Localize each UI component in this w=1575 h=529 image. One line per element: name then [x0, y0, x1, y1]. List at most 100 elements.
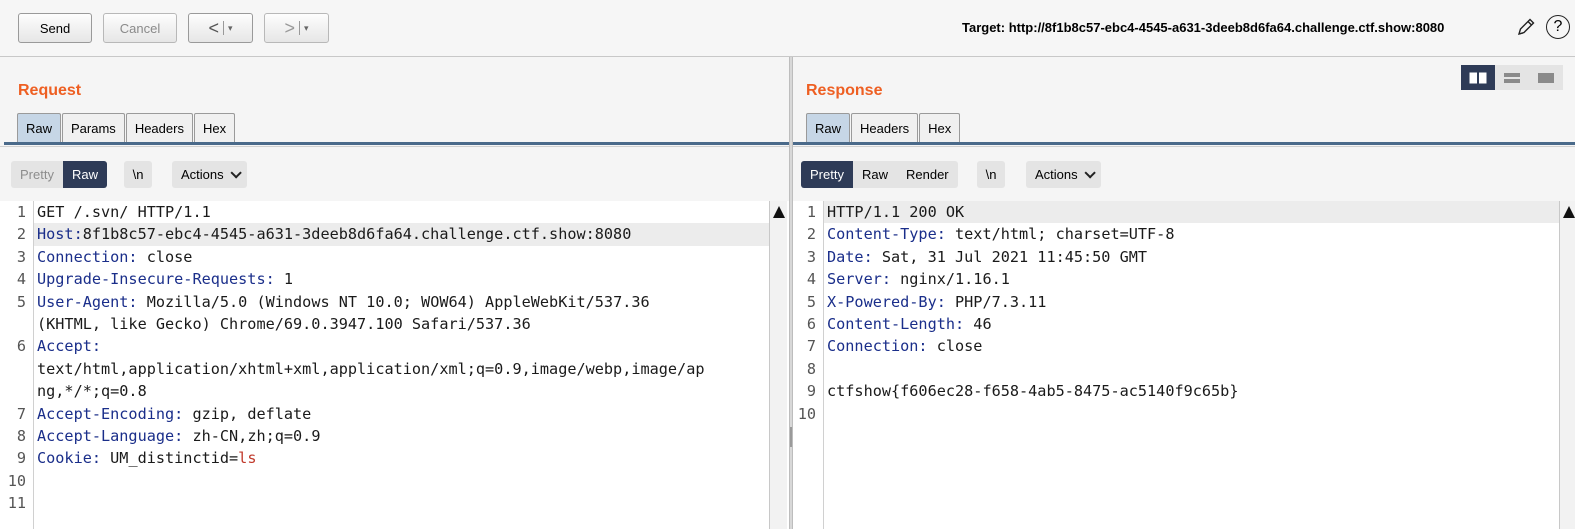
send-button[interactable]: Send	[18, 13, 92, 43]
line-number: 4	[16, 270, 26, 289]
line-number: 6	[806, 315, 816, 334]
newline-toggle[interactable]: \n	[124, 161, 152, 188]
code-line[interactable]: 2 Host:8f1b8c57-ebc4-4545-a631-3deeb8d6fa…	[17, 223, 769, 246]
code-line[interactable]: 10	[8, 470, 769, 492]
code-line[interactable]: (KHTML, like Gecko) Chrome/69.0.3947.100…	[34, 313, 769, 335]
view-pretty[interactable]: Pretty	[11, 161, 63, 188]
actions-button[interactable]: Actions	[1026, 161, 1101, 188]
columns-icon	[1469, 72, 1487, 83]
view-raw[interactable]: Raw	[853, 161, 897, 188]
code-line[interactable]: ng,*/*;q=0.8	[34, 380, 769, 402]
pencil-icon[interactable]	[1515, 16, 1537, 38]
line-number: 9	[806, 382, 816, 401]
chevron-down-icon: ▾	[227, 22, 233, 33]
line-number: 10	[7, 471, 26, 490]
line-number: 7	[16, 404, 26, 423]
header-name: X-Powered-By:	[827, 292, 946, 311]
code-line[interactable]: 2 Content-Type: text/html; charset=UTF-8	[807, 223, 1559, 245]
actions-label: Actions	[181, 167, 224, 182]
tab-raw[interactable]: Raw	[17, 113, 62, 143]
response-editor[interactable]: 1 HTTP/1.1 200 OK 2 Content-Type: text/html…	[793, 201, 1575, 529]
header-name: Date:	[827, 247, 873, 266]
code-line[interactable]: 4 Server: nginx/1.16.1	[807, 268, 1559, 290]
code-line[interactable]: 5 User-Agent: Mozilla/5.0 (Windows NT 10.…	[17, 291, 769, 313]
line-text: Accept-Language: zh-CN,zh;q=0.9	[34, 425, 320, 447]
line-number: 3	[16, 247, 26, 266]
tab-hex[interactable]: Hex	[193, 113, 236, 143]
view-pretty[interactable]: Pretty	[801, 161, 853, 188]
header-value: PHP/7.3.11	[945, 292, 1047, 311]
code-line[interactable]: 3 Connection: close	[17, 246, 769, 268]
view-render[interactable]: Render	[897, 161, 958, 188]
response-tabs: Raw Headers Hex	[806, 113, 961, 143]
code-line[interactable]: 1 HTTP/1.1 200 OK	[807, 201, 1559, 224]
button-separator	[222, 21, 224, 35]
line-text: Server: nginx/1.16.1	[824, 268, 1010, 290]
actions-button[interactable]: Actions	[172, 161, 247, 188]
code-line[interactable]: 4 Upgrade-Insecure-Requests: 1	[17, 268, 769, 290]
line-text: Host:8f1b8c57-ebc4-4545-a631-3deeb8d6fa6…	[34, 223, 631, 245]
tab-headers[interactable]: Headers	[851, 113, 919, 143]
line-number: 3	[806, 247, 816, 266]
line-text: User-Agent: Mozilla/5.0 (Windows NT 10.0…	[34, 291, 650, 313]
response-pane: Response Raw Headers Hex Pretty Raw Rend…	[793, 57, 1575, 529]
line-text: X-Powered-By: PHP/7.3.11	[824, 291, 1046, 313]
help-icon[interactable]: ?	[1546, 15, 1570, 39]
scroll-up-arrow-icon[interactable]	[773, 206, 785, 218]
header-value: ctfshow{f606ec28-f658-4ab5-8475-ac5140f9…	[827, 382, 1239, 401]
layout-single[interactable]	[1529, 65, 1563, 90]
layout-toggle	[1461, 65, 1563, 90]
newline-toggle[interactable]: \n	[977, 161, 1005, 188]
tab-params[interactable]: Params	[62, 113, 125, 143]
line-text: Content-Length: 46	[824, 313, 992, 335]
header-value: 8f1b8c57-ebc4-4545-a631-3deeb8d6fa64.cha…	[82, 225, 632, 244]
code-line[interactable]: 7 Connection: close	[807, 335, 1559, 357]
chevron-down-icon	[1084, 166, 1096, 179]
header-name: Cookie:	[37, 449, 102, 468]
layout-side-by-side[interactable]	[1461, 65, 1495, 90]
request-view-bar: Pretty Raw \n Actions	[0, 146, 789, 202]
code-line[interactable]: 7 Accept-Encoding: gzip, deflate	[17, 403, 769, 425]
layout-stacked[interactable]	[1495, 65, 1529, 90]
response-scrollbar[interactable]	[1559, 201, 1575, 529]
line-text	[824, 403, 827, 425]
line-text: ctfshow{f606ec28-f658-4ab5-8475-ac5140f9…	[824, 380, 1238, 402]
forward-button[interactable]: > ▾	[264, 13, 329, 43]
code-line[interactable]: 10	[798, 403, 1559, 425]
line-number: 6	[16, 337, 26, 356]
divider-grip[interactable]	[790, 427, 792, 447]
code-line[interactable]: 3 Date: Sat, 31 Jul 2021 11:45:50 GMT	[807, 246, 1559, 268]
line-number: 8	[806, 359, 816, 378]
view-raw[interactable]: Raw	[62, 161, 107, 188]
code-line[interactable]: 5 X-Powered-By: PHP/7.3.11	[807, 291, 1559, 313]
code-line[interactable]: 11	[8, 492, 769, 514]
code-line[interactable]: text/html,application/xhtml+xml,applicat…	[34, 358, 769, 380]
code-line[interactable]: 8	[807, 358, 1559, 380]
header-value: 46	[964, 315, 992, 334]
code-line[interactable]: 9 ctfshow{f606ec28-f658-4ab5-8475-ac5140f…	[807, 380, 1559, 402]
response-view-bar: Pretty Raw Render \n Actions	[793, 146, 1575, 202]
code-line[interactable]: 1 GET /.svn/ HTTP/1.1	[17, 201, 769, 223]
header-value: HTTP/1.1 200 OK	[827, 203, 965, 221]
code-line[interactable]: 6 Accept:	[17, 335, 769, 357]
header-value: nginx/1.16.1	[891, 270, 1010, 289]
request-code[interactable]: 1 GET /.svn/ HTTP/1.1 2 Host:8f1b8c57-ebc4-…	[8, 201, 769, 515]
request-scrollbar[interactable]	[769, 201, 787, 529]
header-name: Upgrade-Insecure-Requests:	[37, 270, 275, 289]
header-name: Connection:	[37, 247, 138, 266]
back-button[interactable]: < ▾	[188, 13, 253, 43]
line-text: GET /.svn/ HTTP/1.1	[34, 201, 211, 223]
response-code[interactable]: 1 HTTP/1.1 200 OK 2 Content-Type: text/html…	[798, 201, 1559, 425]
tab-headers[interactable]: Headers	[125, 113, 193, 143]
request-editor[interactable]: 1 GET /.svn/ HTTP/1.1 2 Host:8f1b8c57-ebc4-…	[0, 201, 789, 529]
line-number: 4	[806, 270, 816, 289]
tab-raw[interactable]: Raw	[806, 113, 851, 143]
header-value: Mozilla/5.0 (Windows NT 10.0; WOW64) App…	[137, 292, 650, 311]
scroll-up-arrow-icon[interactable]	[1563, 206, 1575, 218]
code-line[interactable]: 9 Cookie: UM_distinctid=ls	[17, 447, 769, 469]
code-line[interactable]: 8 Accept-Language: zh-CN,zh;q=0.9	[17, 425, 769, 447]
header-name: Content-Length:	[827, 315, 965, 334]
tab-hex[interactable]: Hex	[919, 113, 961, 143]
cancel-button[interactable]: Cancel	[103, 13, 177, 43]
code-line[interactable]: 6 Content-Length: 46	[807, 313, 1559, 335]
